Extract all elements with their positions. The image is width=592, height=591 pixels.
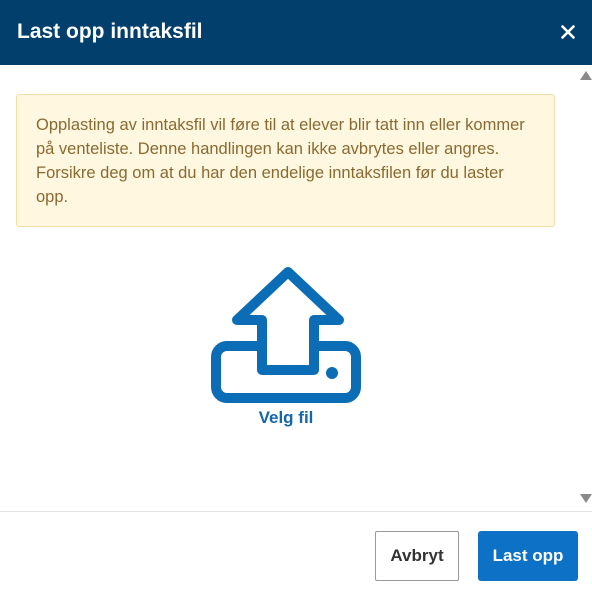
scroll-up-arrow-icon[interactable] (580, 71, 592, 80)
upload-icon (211, 267, 361, 403)
vertical-scrollbar[interactable] (578, 65, 592, 511)
cancel-button[interactable]: Avbryt (375, 531, 459, 581)
file-upload-zone[interactable]: Velg fil (196, 267, 376, 443)
dialog-body: Opplasting av inntaksfil vil føre til at… (0, 65, 592, 511)
scroll-down-arrow-icon[interactable] (580, 494, 592, 503)
upload-dialog: Last opp inntaksfil Opplasting av inntak… (0, 0, 592, 591)
close-button[interactable] (554, 18, 582, 46)
upload-button[interactable]: Last opp (478, 531, 578, 581)
close-icon (561, 25, 575, 39)
choose-file-link[interactable]: Velg fil (259, 407, 314, 429)
footer-divider (0, 511, 592, 512)
dialog-header: Last opp inntaksfil (0, 0, 592, 65)
dialog-title: Last opp inntaksfil (17, 20, 203, 43)
warning-message: Opplasting av inntaksfil vil føre til at… (16, 94, 555, 227)
